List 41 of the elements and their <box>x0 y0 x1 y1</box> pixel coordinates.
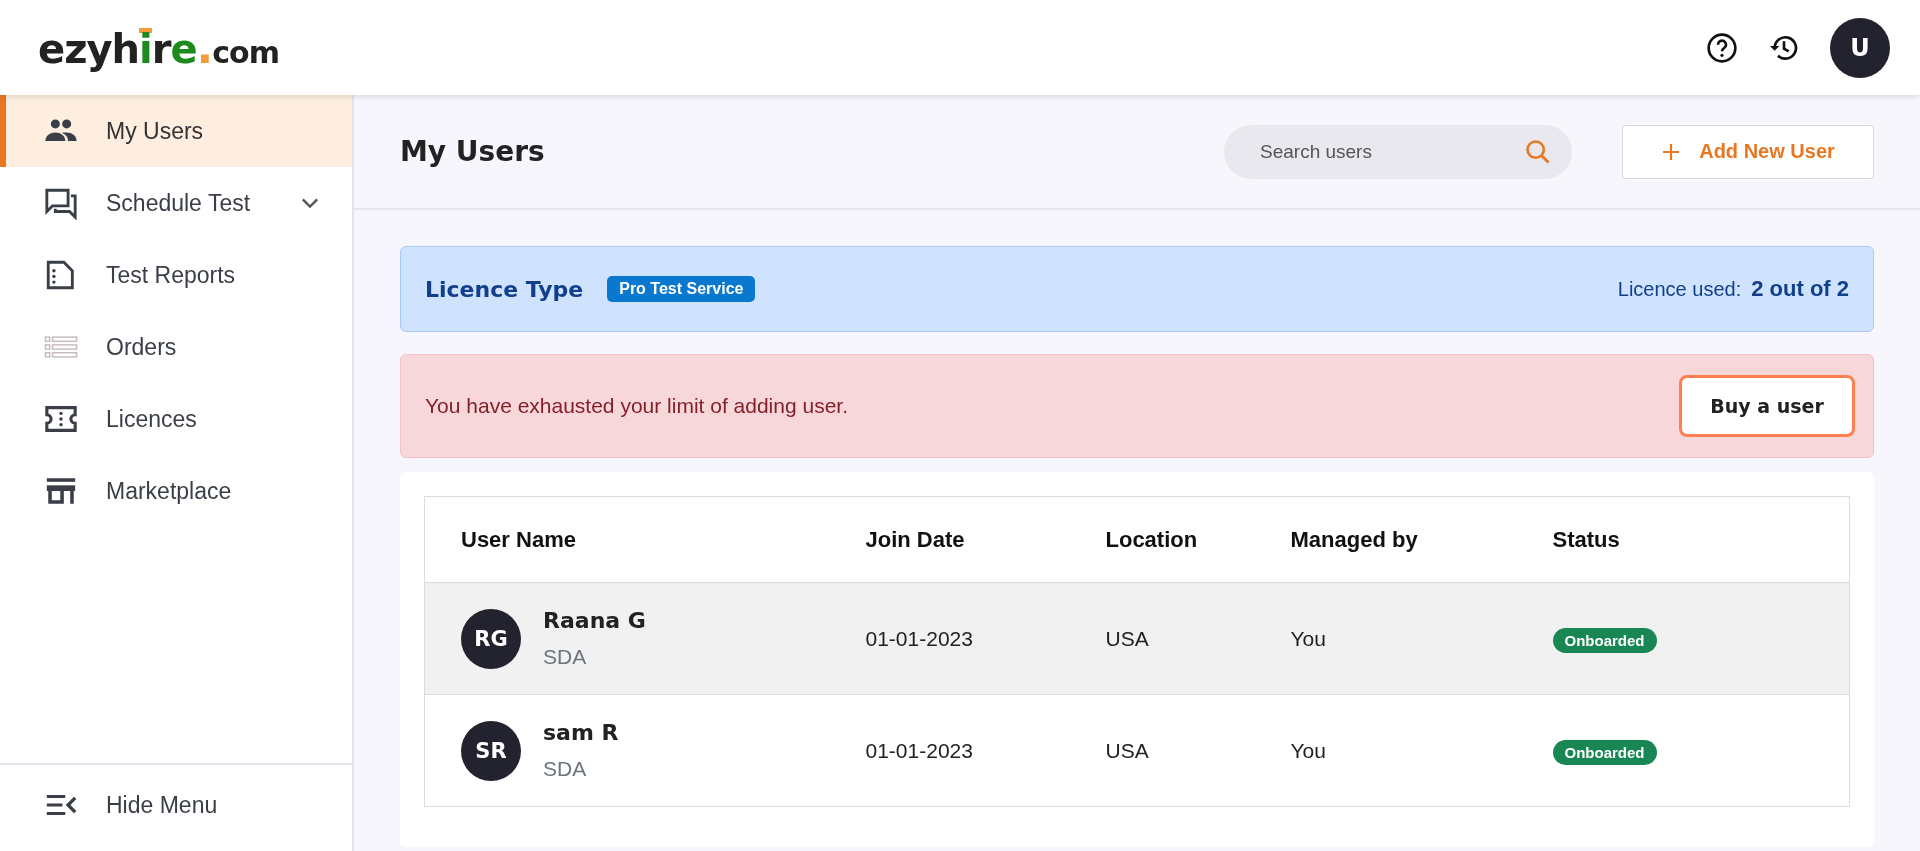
sidebar-item[interactable]: Marketplace <box>0 455 352 527</box>
licence-used-label: Licence used: <box>1617 278 1742 301</box>
column-header: Status <box>1516 496 1850 583</box>
user-avatar: RG <box>461 608 521 669</box>
sidebar-item[interactable]: Schedule Test <box>0 167 352 239</box>
column-header: Join Date <box>829 496 1070 583</box>
table-cell: You <box>1290 738 1326 762</box>
table-row[interactable]: SR sam R SDA 01-01-2023 USA You Onboarded <box>424 694 1850 807</box>
status-badge: Onboarded <box>1552 627 1657 653</box>
alert-message: You have exhausted your limit of adding user. <box>425 394 848 418</box>
sidebar-item[interactable]: Licences <box>0 383 352 455</box>
table-cell: USA <box>1105 626 1149 650</box>
help-icon[interactable] <box>1706 31 1738 64</box>
table-cell: 01-01-2023 <box>865 626 973 650</box>
user-role: SDA <box>543 645 588 669</box>
column-header: User Name <box>424 496 830 583</box>
sidebar-item[interactable]: Orders <box>0 311 352 383</box>
search-field[interactable]: Search users <box>1224 124 1572 179</box>
plus-icon <box>1661 141 1682 162</box>
user-avatar: SR <box>461 720 521 781</box>
licence-badge: Pro Test Service <box>607 276 756 302</box>
column-header: Managed by <box>1254 496 1517 583</box>
table-cell: 01-01-2023 <box>865 738 973 762</box>
sidebar-item[interactable]: Test Reports <box>0 239 352 311</box>
column-header: Location <box>1069 496 1255 583</box>
user-role: SDA <box>543 757 588 781</box>
page-title: My Users <box>400 135 545 168</box>
licence-used-value: 2 out of 2 <box>1751 276 1849 302</box>
user-name: sam R <box>543 720 619 745</box>
sidebar-item[interactable]: My Users <box>0 95 352 167</box>
hide-menu-button[interactable]: Hide Menu <box>0 769 352 841</box>
table-row[interactable]: RG Raana G SDA 01-01-2023 USA You Onboarded <box>424 582 1850 695</box>
chat-bubbles-icon <box>44 186 78 220</box>
user-name: Raana G <box>543 608 646 633</box>
buy-user-button[interactable]: Buy a user <box>1679 375 1855 437</box>
licence-type-label: Licence Type <box>425 276 584 302</box>
logo[interactable]: ezyhire.com <box>38 25 279 70</box>
user-avatar[interactable]: U <box>1830 17 1890 78</box>
table-cell: USA <box>1105 738 1149 762</box>
table-cell: You <box>1290 626 1326 650</box>
status-badge: Onboarded <box>1552 739 1657 765</box>
